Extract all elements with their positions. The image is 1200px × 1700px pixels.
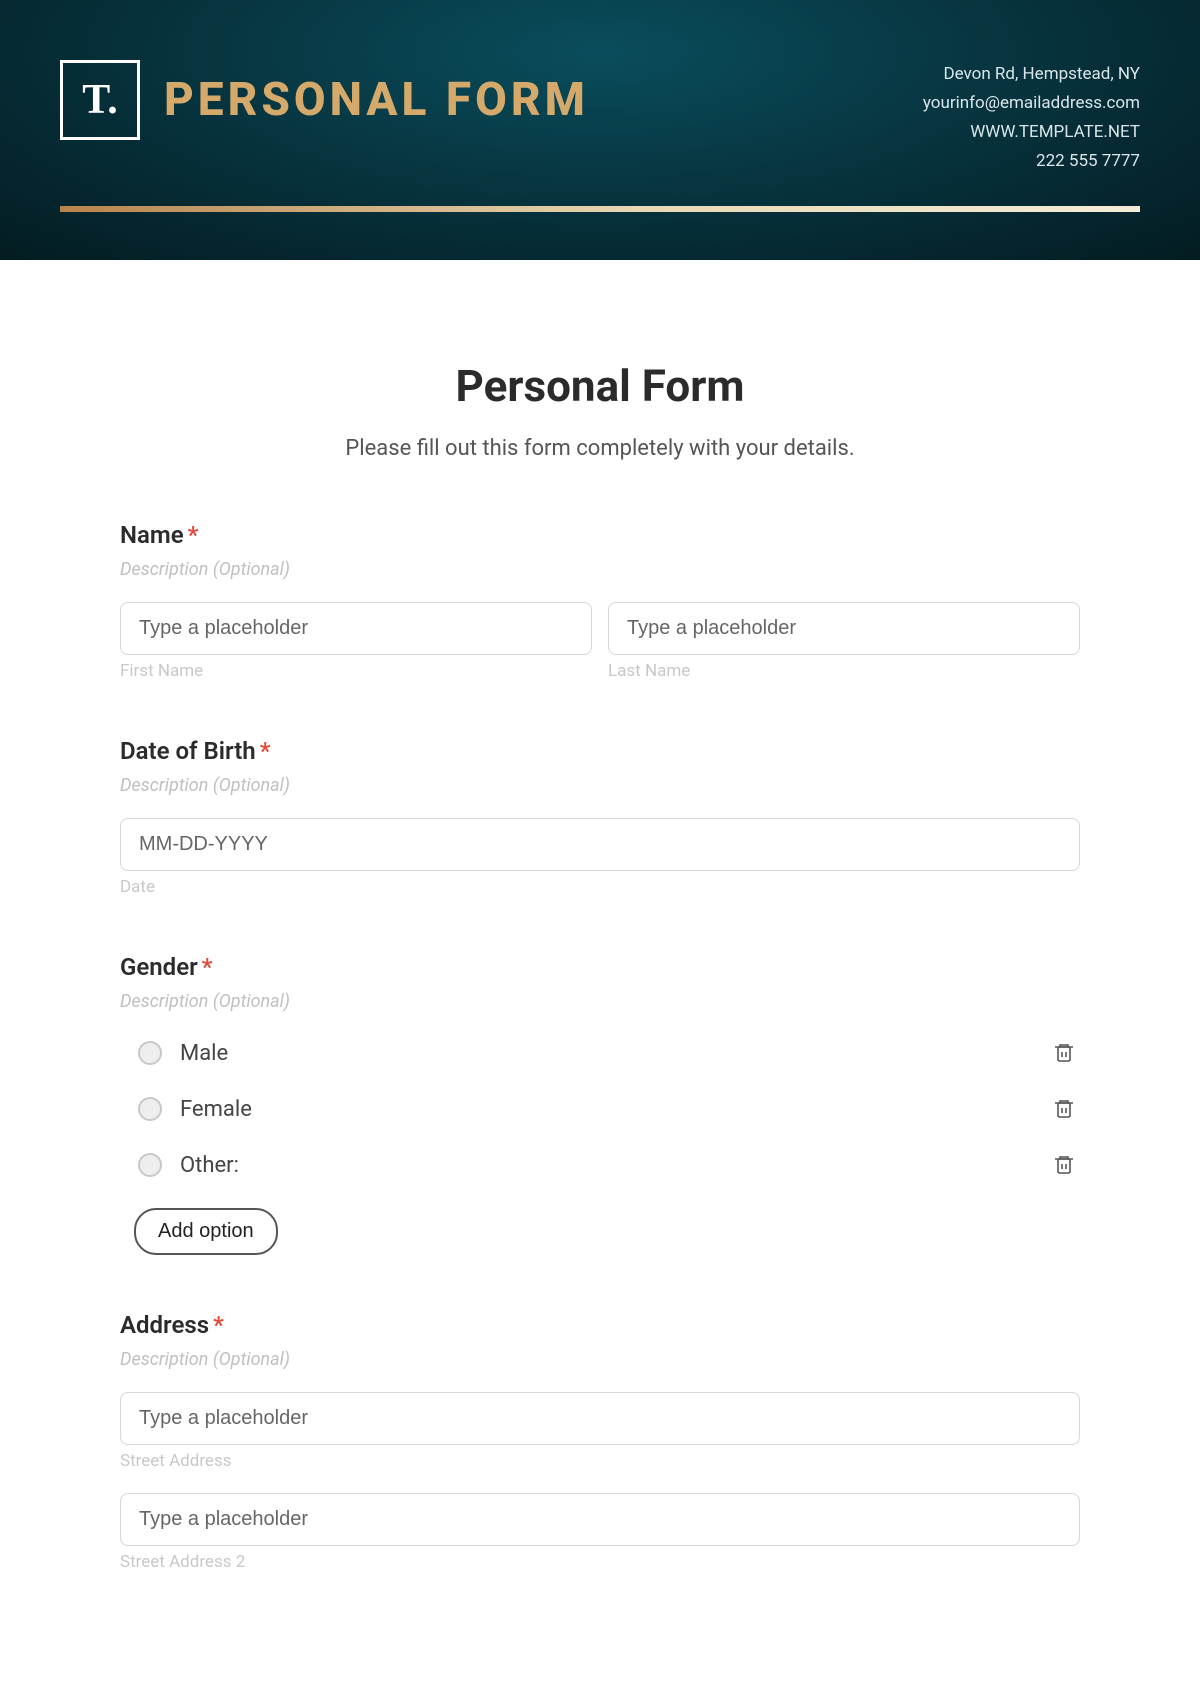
- gender-option-label: Female: [180, 1097, 252, 1122]
- section-dob: Date of Birth* Description (Optional) Da…: [120, 737, 1080, 897]
- contact-website: WWW.TEMPLATE.NET: [923, 118, 1140, 147]
- first-name-sublabel: First Name: [120, 661, 592, 681]
- dob-label: Date of Birth*: [120, 737, 1080, 765]
- last-name-input[interactable]: [608, 602, 1080, 655]
- gender-option-label: Other:: [180, 1153, 239, 1178]
- trash-icon[interactable]: [1052, 1152, 1076, 1178]
- gender-option-other[interactable]: Other:: [120, 1142, 1080, 1188]
- header-banner: T. PERSONAL FORM Devon Rd, Hempstead, NY…: [0, 0, 1200, 260]
- dob-description[interactable]: Description (Optional): [120, 775, 1080, 796]
- gender-label-text: Gender: [120, 953, 198, 981]
- gender-option-female[interactable]: Female: [120, 1086, 1080, 1132]
- section-address: Address* Description (Optional) Street A…: [120, 1311, 1080, 1572]
- name-description[interactable]: Description (Optional): [120, 559, 1080, 580]
- street-address-2-sublabel: Street Address 2: [120, 1552, 1080, 1572]
- form-page: Personal Form Please fill out this form …: [0, 260, 1200, 1668]
- radio-icon: [138, 1041, 162, 1065]
- section-gender: Gender* Description (Optional) Male Fema…: [120, 953, 1080, 1255]
- trash-icon[interactable]: [1052, 1040, 1076, 1066]
- dob-input[interactable]: [120, 818, 1080, 871]
- address-label: Address*: [120, 1311, 1080, 1339]
- dob-label-text: Date of Birth: [120, 737, 256, 765]
- gender-description[interactable]: Description (Optional): [120, 991, 1080, 1012]
- required-mark: *: [260, 737, 271, 765]
- contact-address: Devon Rd, Hempstead, NY: [923, 60, 1140, 89]
- name-label: Name*: [120, 521, 1080, 549]
- contact-email: yourinfo@emailaddress.com: [923, 89, 1140, 118]
- radio-icon: [138, 1153, 162, 1177]
- logo-block: T. PERSONAL FORM: [60, 60, 589, 140]
- page-title: Personal Form: [120, 360, 1080, 412]
- banner-title: PERSONAL FORM: [164, 73, 589, 127]
- name-label-text: Name: [120, 521, 184, 549]
- street-address-sublabel: Street Address: [120, 1451, 1080, 1471]
- street-address-input[interactable]: [120, 1392, 1080, 1445]
- required-mark: *: [213, 1311, 224, 1339]
- gender-option-male[interactable]: Male: [120, 1030, 1080, 1076]
- address-description[interactable]: Description (Optional): [120, 1349, 1080, 1370]
- required-mark: *: [202, 953, 213, 981]
- page-subtitle: Please fill out this form completely wit…: [120, 436, 1080, 461]
- add-option-button[interactable]: Add option: [134, 1208, 278, 1255]
- banner-divider: [60, 206, 1140, 212]
- address-label-text: Address: [120, 1311, 209, 1339]
- dob-sublabel: Date: [120, 877, 1080, 897]
- gender-label: Gender*: [120, 953, 1080, 981]
- street-address-2-input[interactable]: [120, 1493, 1080, 1546]
- last-name-sublabel: Last Name: [608, 661, 1080, 681]
- contact-phone: 222 555 7777: [923, 147, 1140, 176]
- gender-option-label: Male: [180, 1041, 228, 1066]
- required-mark: *: [188, 521, 199, 549]
- section-name: Name* Description (Optional) First Name …: [120, 521, 1080, 681]
- trash-icon[interactable]: [1052, 1096, 1076, 1122]
- radio-icon: [138, 1097, 162, 1121]
- contact-info: Devon Rd, Hempstead, NY yourinfo@emailad…: [923, 60, 1140, 176]
- logo-icon: T.: [60, 60, 140, 140]
- first-name-input[interactable]: [120, 602, 592, 655]
